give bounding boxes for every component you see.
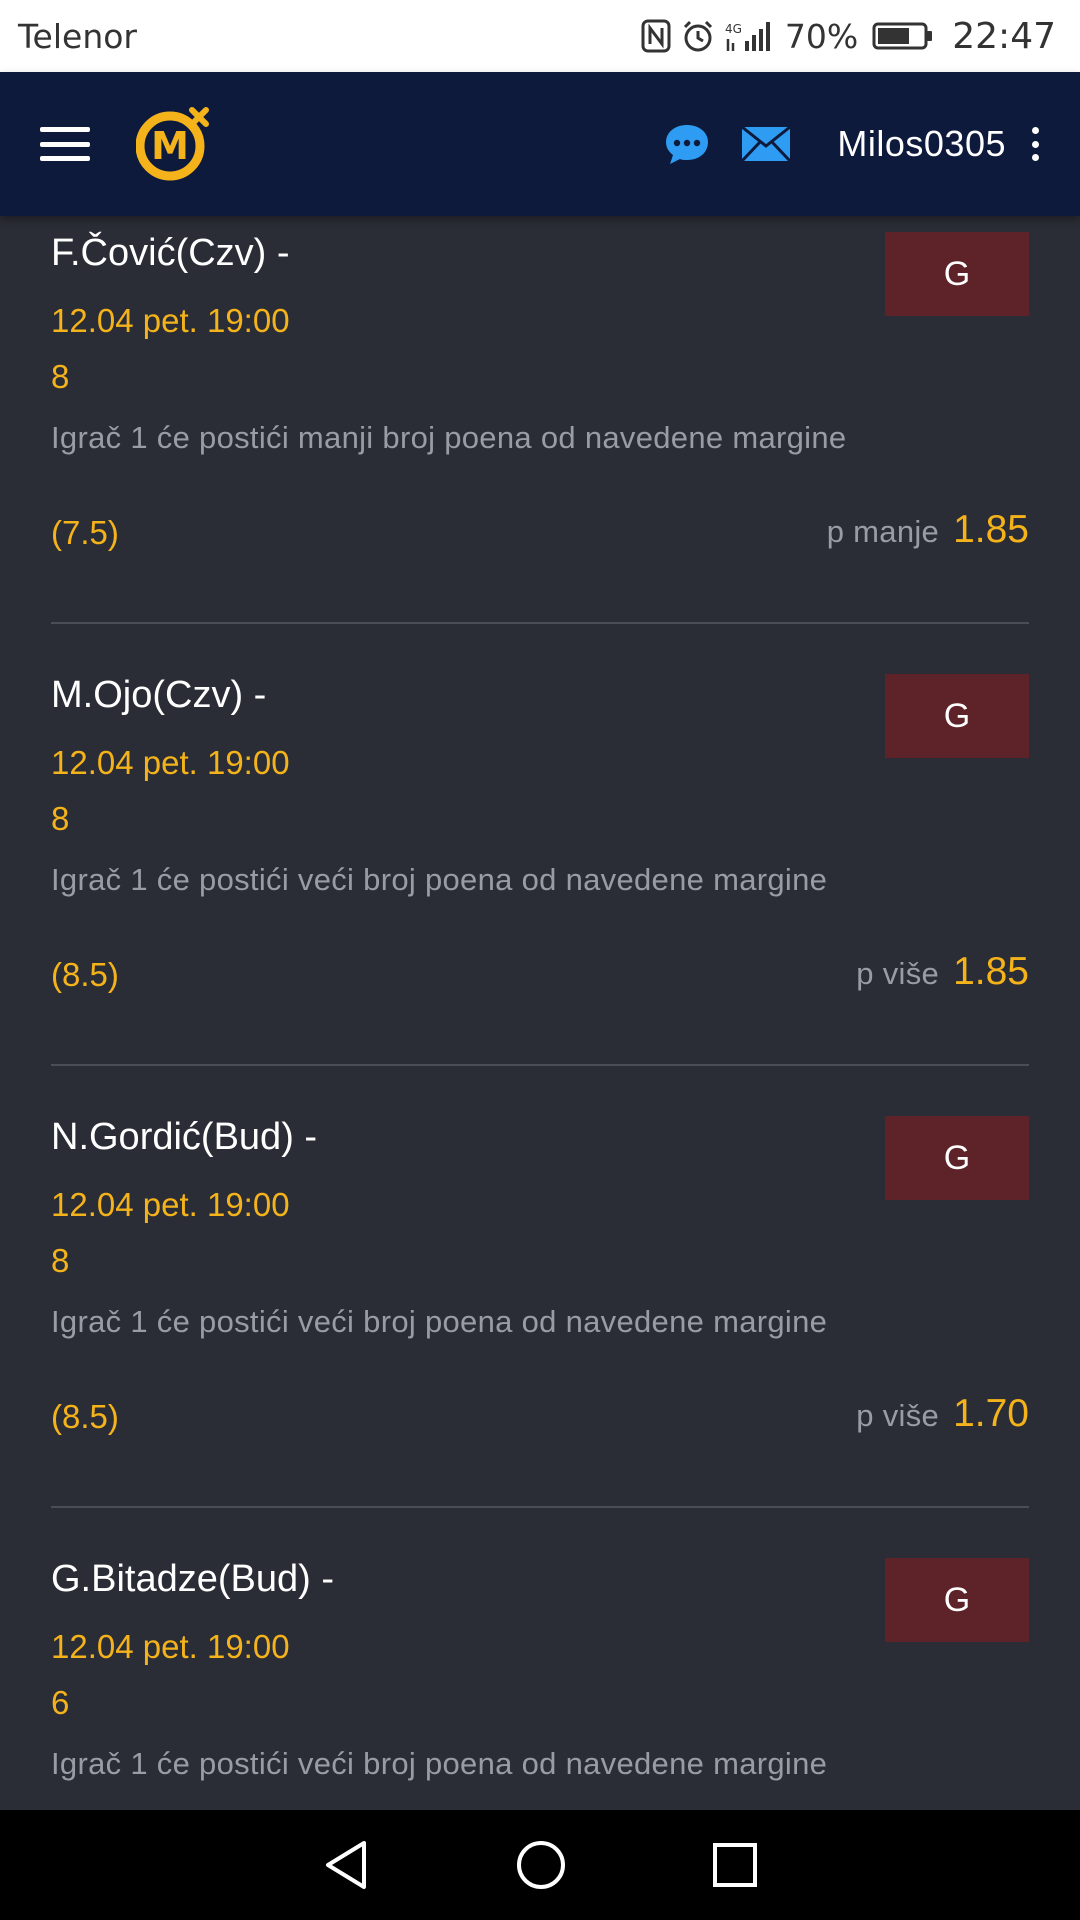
mail-icon[interactable] (741, 126, 792, 162)
odd-button[interactable]: p više 1.70 (856, 1392, 1029, 1436)
player-name: M.Ojo(Czv) - (51, 674, 267, 716)
player-name: N.Gordić(Bud) - (51, 1116, 318, 1158)
odd-button[interactable]: p manje 1.85 (827, 508, 1029, 552)
player-name: G.Bitadze(Bud) - (51, 1558, 334, 1600)
odd-type: p manje (826, 514, 940, 549)
odd-button[interactable]: p više 1.85 (856, 950, 1029, 994)
logo-icon[interactable]: M (136, 106, 212, 182)
svg-text:4G: 4G (725, 22, 742, 36)
more-vert-icon[interactable] (1030, 127, 1040, 161)
bet-description: Igrač 1 će postići manji broj poena od n… (51, 420, 847, 455)
bet-description: Igrač 1 će postići veći broj poena od na… (51, 862, 828, 897)
bet-item: M.Ojo(Czv) - G 12.04 pet. 19:00 8 Igrač … (51, 624, 1029, 1066)
match-datetime: 12.04 pet. 19:00 (51, 744, 290, 781)
bet-item: F.Čović(Czv) - G 12.04 pet. 19:00 8 Igra… (51, 216, 1029, 624)
bet-margin: (8.5) (51, 956, 119, 993)
odd-value: 1.85 (953, 508, 1029, 551)
back-icon[interactable] (322, 1839, 370, 1891)
match-datetime: 12.04 pet. 19:00 (51, 1628, 290, 1665)
battery-percent: 70% (784, 16, 859, 56)
odd-value: 1.70 (953, 1392, 1029, 1435)
bet-description: Igrač 1 će postići veći broj poena od na… (51, 1746, 828, 1781)
status-bar: Telenor 4G 70% 22:47 (0, 0, 1080, 72)
battery-icon (872, 22, 933, 50)
bets-list: F.Čović(Czv) - G 12.04 pet. 19:00 8 Igra… (0, 216, 1080, 1810)
odd-type: p više (856, 956, 940, 991)
app-header: M Milos0305 (0, 72, 1080, 216)
nfc-icon (641, 19, 671, 53)
g-button[interactable]: G (885, 1116, 1029, 1200)
chat-icon[interactable] (663, 122, 711, 166)
clock: 22:47 (952, 15, 1056, 57)
status-icons: 4G 70% 22:47 (641, 16, 1056, 57)
match-datetime: 12.04 pet. 19:00 (51, 1186, 290, 1223)
bet-code: 8 (51, 1242, 70, 1279)
bet-code: 8 (51, 358, 70, 395)
menu-icon[interactable] (40, 127, 90, 161)
bet-margin: (8.5) (51, 1398, 119, 1435)
g-button[interactable]: G (885, 1558, 1029, 1642)
g-button[interactable]: G (885, 232, 1029, 316)
bets-content[interactable]: F.Čović(Czv) - G 12.04 pet. 19:00 8 Igra… (0, 216, 1080, 1810)
g-button[interactable]: G (885, 674, 1029, 758)
alarm-icon (683, 20, 712, 52)
odd-value: 1.85 (953, 950, 1029, 993)
odd-type: p više (856, 1398, 940, 1433)
bet-description: Igrač 1 će postići veći broj poena od na… (51, 1304, 828, 1339)
bet-item: G.Bitadze(Bud) - G 12.04 pet. 19:00 6 Ig… (51, 1508, 1029, 1810)
recents-icon[interactable] (712, 1842, 758, 1888)
signal-icon: 4G (725, 22, 770, 51)
bet-code: 6 (51, 1684, 70, 1721)
system-nav-bar (0, 1810, 1080, 1920)
svg-text:M: M (151, 124, 189, 168)
bet-item: N.Gordić(Bud) - G 12.04 pet. 19:00 8 Igr… (51, 1066, 1029, 1508)
player-name: F.Čović(Czv) - (51, 232, 290, 274)
username[interactable]: Milos0305 (837, 123, 1006, 165)
carrier-name: Telenor (18, 16, 137, 56)
bet-margin: (7.5) (51, 514, 119, 551)
match-datetime: 12.04 pet. 19:00 (51, 302, 290, 339)
bet-code: 8 (51, 800, 70, 837)
home-icon[interactable] (515, 1839, 567, 1891)
